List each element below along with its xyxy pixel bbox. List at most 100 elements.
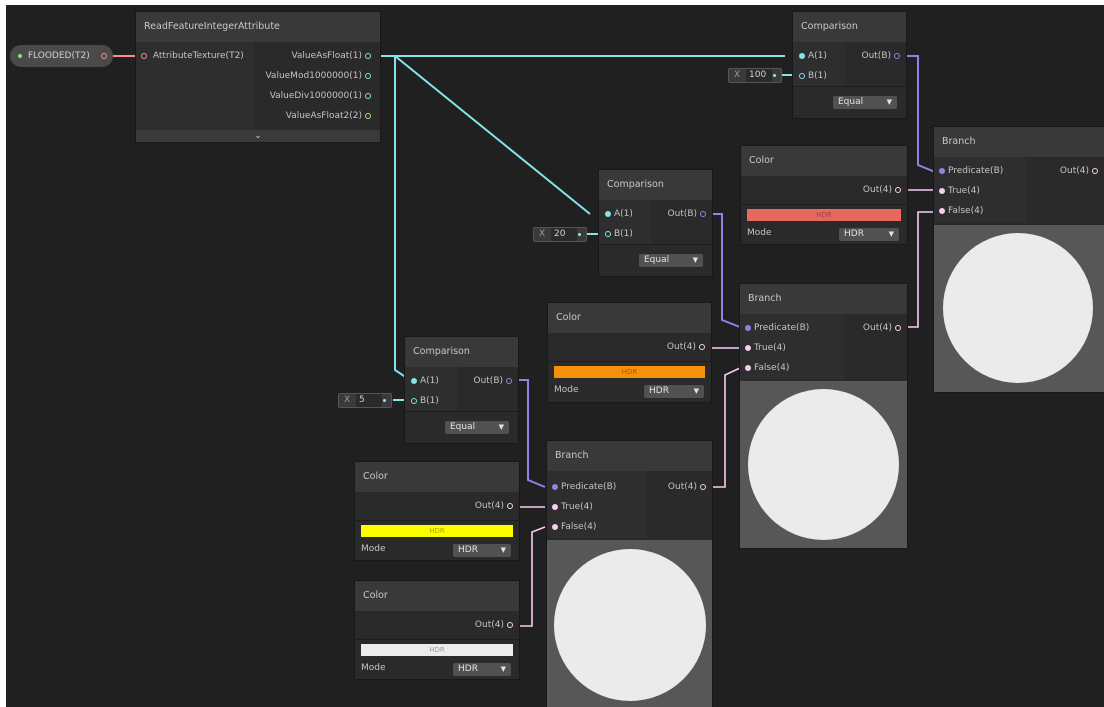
output-out[interactable]: Out(4) [863,184,904,196]
input-b[interactable]: B(1) [408,395,439,407]
mode-dropdown[interactable]: HDR ▼ [644,385,704,398]
input-a[interactable]: A(1) [796,50,827,62]
input-port-icon[interactable] [745,364,751,371]
input-port-icon[interactable] [605,230,611,237]
input-port-icon[interactable] [799,72,805,79]
output-port-icon[interactable] [700,483,706,490]
input-port-icon[interactable] [799,52,805,59]
input-false[interactable]: False(4) [549,521,596,533]
input-port-icon[interactable] [141,52,147,59]
input-predicate[interactable]: Predicate(B) [742,322,809,334]
output-port-icon[interactable] [507,502,513,509]
input-port-icon[interactable] [411,377,417,384]
port-label: ValueMod1000000(1) [265,71,362,81]
read-feature-node[interactable]: ReadFeatureIntegerAttribute AttributeTex… [136,12,380,142]
field-value[interactable]: 20 [551,228,577,241]
dropdown-value: HDR [458,545,478,555]
output-port-icon[interactable] [365,52,371,59]
input-port-icon[interactable] [605,210,611,217]
output-out[interactable]: Out(4) [863,322,904,334]
input-false[interactable]: False(4) [742,362,789,374]
input-port-icon[interactable] [552,523,558,530]
input-port-icon[interactable] [411,397,417,404]
port-label: Out(4) [474,501,504,511]
b-value-field-2[interactable]: X 20 [533,227,587,242]
output-port-icon[interactable] [365,92,371,99]
comparison-node-3[interactable]: Comparison A(1) B(1) Out(B) Equal ▼ [405,337,518,443]
input-port-icon[interactable] [745,324,751,331]
output-out[interactable]: Out(B) [473,375,515,387]
input-port-icon[interactable] [939,167,945,174]
input-a[interactable]: A(1) [408,375,439,387]
input-b[interactable]: B(1) [796,70,827,82]
mode-dropdown[interactable]: HDR ▼ [453,544,511,557]
property-flooded[interactable]: FLOODED(T2) [10,45,113,67]
mode-dropdown[interactable]: HDR ▼ [839,228,899,241]
field-value[interactable]: 100 [746,69,772,82]
output-port-icon[interactable] [365,72,371,79]
output-port-icon[interactable] [895,186,901,193]
output-value-float2[interactable]: ValueAsFloat2(2) [286,110,374,122]
input-port-icon[interactable] [552,503,558,510]
input-true[interactable]: True(4) [936,185,980,197]
input-port-icon[interactable] [745,344,751,351]
output-port-icon[interactable] [894,52,900,59]
node-title: Branch [934,127,1104,157]
input-true[interactable]: True(4) [549,501,593,513]
comparison-node-2[interactable]: Comparison A(1) B(1) Out(B) Equal ▼ [599,170,712,276]
output-out[interactable]: Out(4) [475,619,516,631]
b-value-field-3[interactable]: X 5 [338,393,392,408]
mode-dropdown[interactable]: HDR ▼ [453,663,511,676]
branch-node-3[interactable]: Branch Predicate(B) True(4) False(4) Out… [547,441,712,707]
branch-node-1[interactable]: Branch Predicate(B) True(4) False(4) Out… [934,127,1104,392]
input-port-icon[interactable] [552,483,558,490]
port-label: False(4) [561,522,597,532]
input-true[interactable]: True(4) [742,342,786,354]
output-out[interactable]: Out(4) [1060,165,1101,177]
b-value-field-1[interactable]: X 100 [728,68,782,83]
output-value-as-float[interactable]: ValueAsFloat(1) [291,50,374,62]
color-node-orange[interactable]: Color Out(4) HDR Mode HDR ▼ [548,303,711,402]
color-swatch[interactable]: HDR [361,644,513,656]
output-value-mod[interactable]: ValueMod1000000(1) [265,70,374,82]
input-predicate[interactable]: Predicate(B) [936,165,1003,177]
output-port-icon[interactable] [365,112,371,119]
input-port-icon[interactable] [939,207,945,214]
output-port-icon[interactable] [101,53,107,59]
output-port-icon[interactable] [1092,167,1098,174]
color-node-yellow[interactable]: Color Out(4) HDR Mode HDR ▼ [355,462,519,560]
output-value-div[interactable]: ValueDiv1000000(1) [270,90,374,102]
input-predicate[interactable]: Predicate(B) [549,481,616,493]
output-out[interactable]: Out(B) [861,50,903,62]
input-a[interactable]: A(1) [602,208,633,220]
property-label: FLOODED(T2) [27,51,90,61]
node-title: Comparison [793,12,906,42]
preview-panel [547,540,712,707]
output-port-icon[interactable] [895,324,901,331]
input-attribute-texture[interactable]: AttributeTexture(T2) [138,50,244,62]
comparison-node-1[interactable]: Comparison A(1) B(1) Out(B) Equal ▼ [793,12,906,118]
branch-node-2[interactable]: Branch Predicate(B) True(4) False(4) Out… [740,284,907,548]
output-out[interactable]: Out(4) [475,500,516,512]
input-b[interactable]: B(1) [602,228,633,240]
color-swatch[interactable]: HDR [554,366,705,378]
expand-button[interactable]: ⌄ [136,130,380,142]
output-port-icon[interactable] [507,621,513,628]
output-out[interactable]: Out(4) [668,481,709,493]
output-port-icon[interactable] [506,377,512,384]
input-false[interactable]: False(4) [936,205,983,217]
output-out[interactable]: Out(B) [667,208,709,220]
mode-dropdown[interactable]: Equal ▼ [639,254,703,267]
output-port-icon[interactable] [700,210,706,217]
color-swatch[interactable]: HDR [361,525,513,537]
color-swatch[interactable]: HDR [747,209,901,221]
mode-label: Mode [361,663,386,673]
mode-dropdown[interactable]: Equal ▼ [833,96,897,109]
color-node-red[interactable]: Color Out(4) HDR Mode HDR ▼ [741,146,907,244]
mode-dropdown[interactable]: Equal ▼ [445,421,509,434]
output-out[interactable]: Out(4) [667,341,708,353]
field-value[interactable]: 5 [356,394,382,407]
color-node-white[interactable]: Color Out(4) HDR Mode HDR ▼ [355,581,519,679]
output-port-icon[interactable] [699,343,705,350]
input-port-icon[interactable] [939,187,945,194]
